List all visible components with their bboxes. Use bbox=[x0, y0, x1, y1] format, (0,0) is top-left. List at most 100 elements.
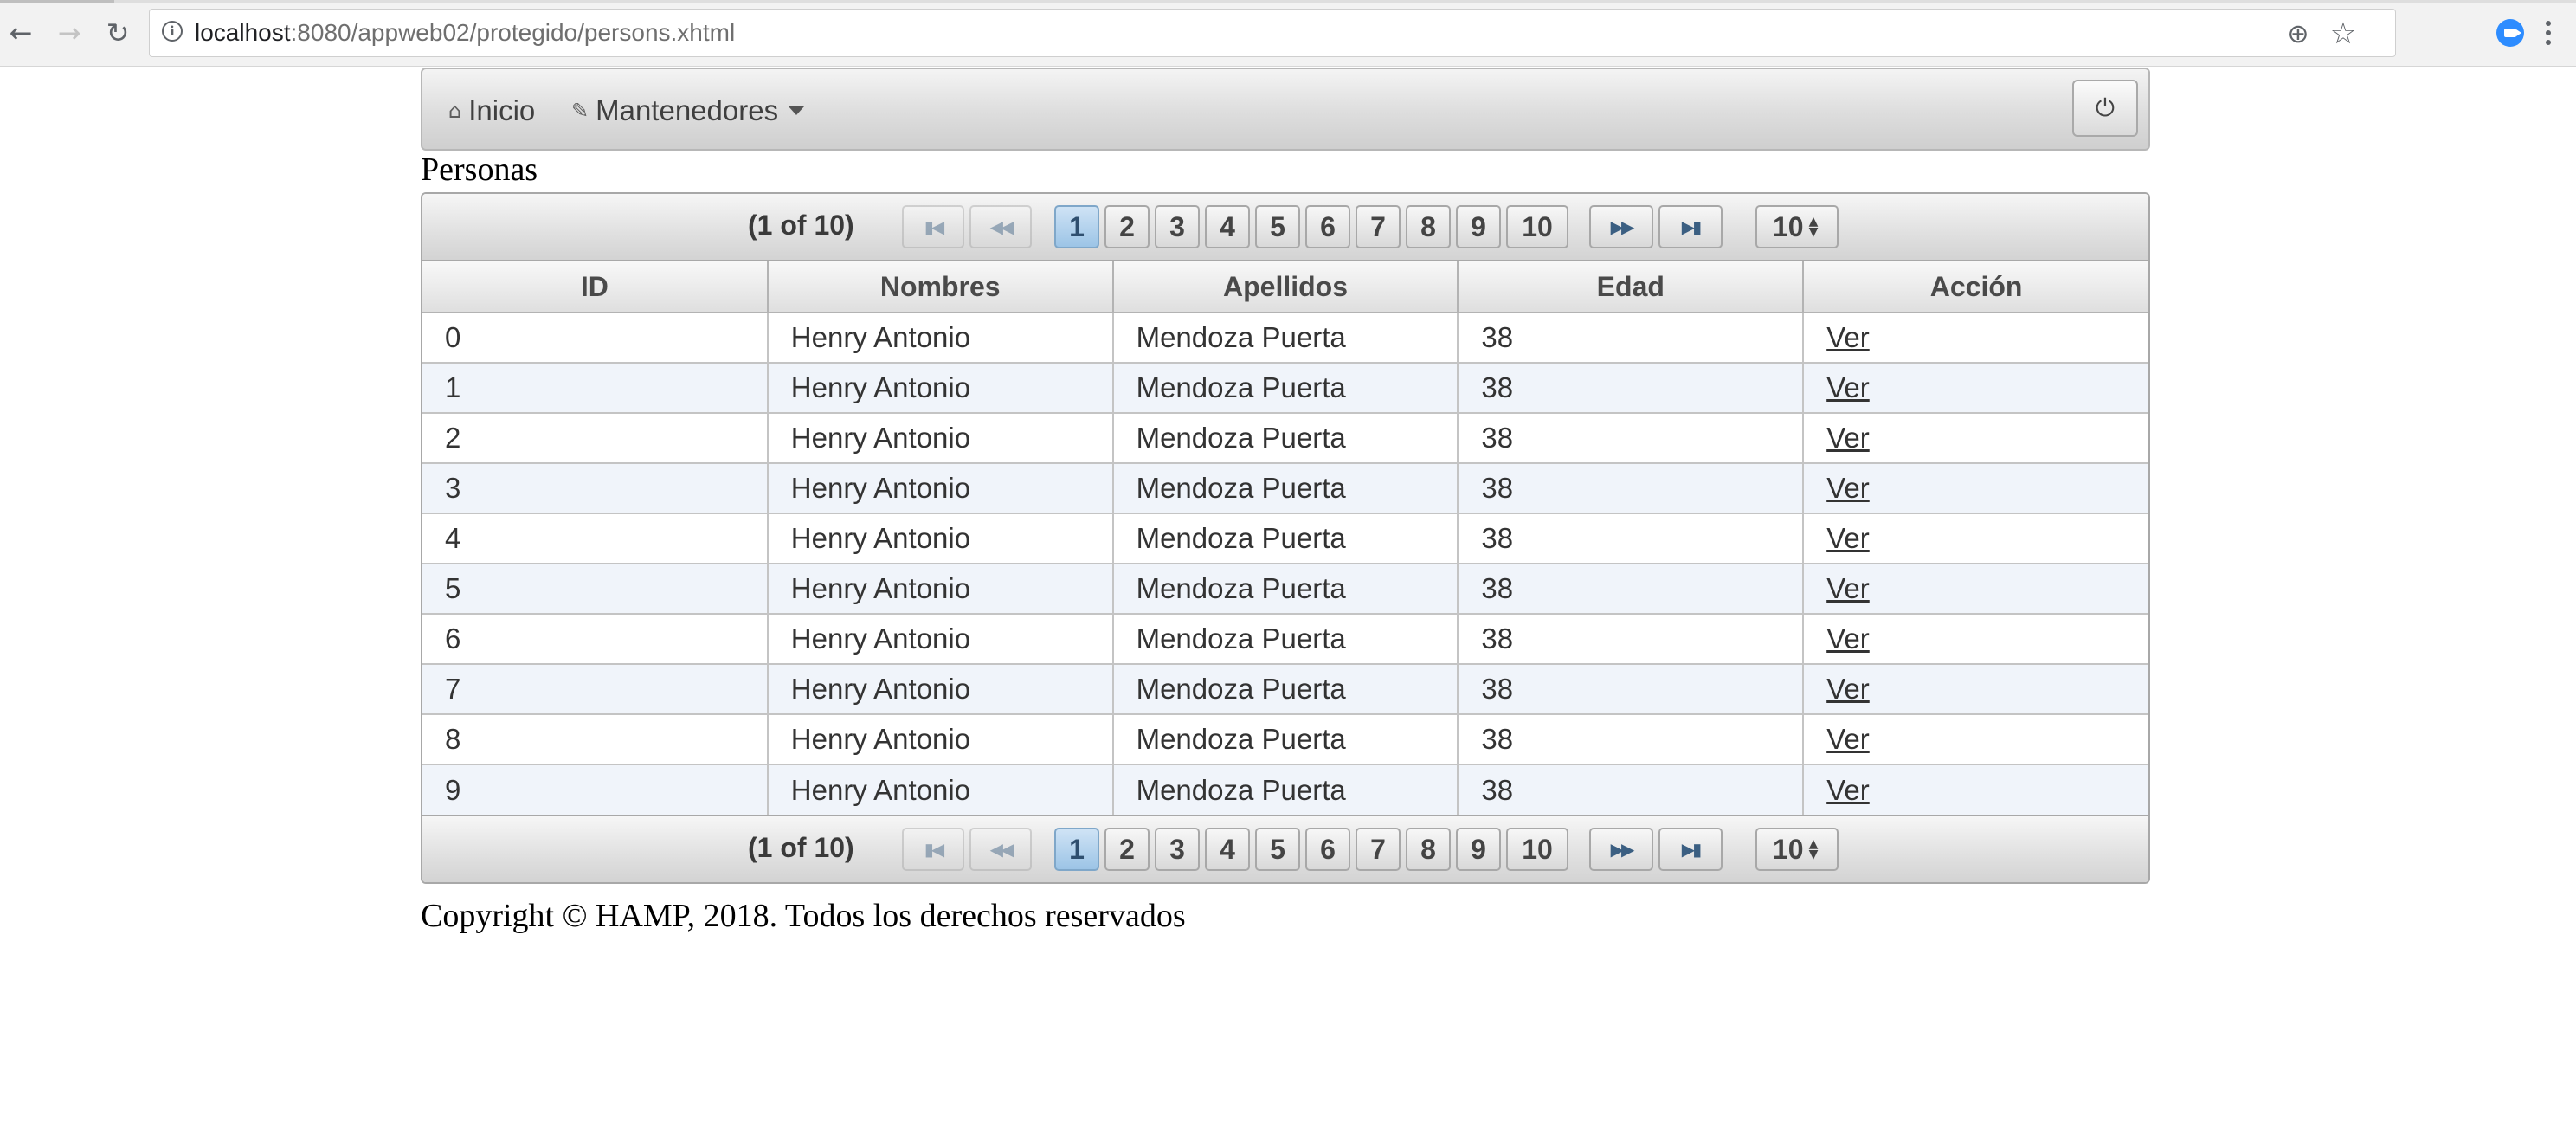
browser-menu-icon[interactable] bbox=[2541, 16, 2555, 50]
page-button-7[interactable]: 7 bbox=[1356, 205, 1401, 248]
chevron-down-icon bbox=[789, 106, 805, 115]
cell-id: 8 bbox=[422, 714, 769, 765]
cell-accion: Ver bbox=[1803, 564, 2148, 615]
paginator-top: (1 of 10) ▮◀ ◀◀ 1 2 3 4 5 6 7 8 9 10 ▶▶ … bbox=[422, 194, 2148, 261]
cell-accion: Ver bbox=[1803, 764, 2148, 815]
page-button-10[interactable]: 10 bbox=[1506, 828, 1568, 871]
page-button-5[interactable]: 5 bbox=[1255, 205, 1300, 248]
footer-copyright: Copyright © HAMP, 2018. Todos los derech… bbox=[421, 898, 1186, 934]
cell-apellidos: Mendoza Puerta bbox=[1112, 614, 1459, 665]
cell-edad: 38 bbox=[1458, 614, 1805, 665]
column-header-nombres[interactable]: Nombres bbox=[767, 261, 1114, 313]
paginator-current-report: (1 of 10) bbox=[748, 832, 854, 863]
table-row: 7 Henry Antonio Mendoza Puerta 38 Ver bbox=[422, 664, 2148, 715]
column-header-edad[interactable]: Edad bbox=[1458, 261, 1805, 313]
page-button-9[interactable]: 9 bbox=[1456, 828, 1501, 871]
next-page-icon[interactable]: ▶▶ bbox=[1589, 205, 1653, 248]
menu-item-inicio[interactable]: ⌂ Inicio bbox=[448, 90, 535, 132]
last-page-icon[interactable]: ▶▮ bbox=[1658, 205, 1723, 248]
ver-link[interactable]: Ver bbox=[1826, 572, 1870, 604]
rows-per-page-select[interactable]: 10 ▲ ▼ bbox=[1755, 205, 1839, 248]
url-path: :8080/appweb02/protegido/persons.xhtml bbox=[290, 19, 736, 46]
persons-datatable: (1 of 10) ▮◀ ◀◀ 1 2 3 4 5 6 7 8 9 10 ▶▶ … bbox=[421, 192, 2150, 884]
cell-apellidos: Mendoza Puerta bbox=[1112, 363, 1459, 414]
page-button-2[interactable]: 2 bbox=[1104, 828, 1150, 871]
first-page-icon[interactable]: ▮◀ bbox=[902, 828, 964, 871]
menu-item-label: Mantenedores bbox=[596, 94, 779, 126]
ver-link[interactable]: Ver bbox=[1826, 723, 1870, 755]
address-bar[interactable]: i localhost:8080/appweb02/protegido/pers… bbox=[149, 9, 2396, 57]
ver-link[interactable]: Ver bbox=[1826, 673, 1870, 705]
ver-link[interactable]: Ver bbox=[1826, 472, 1870, 504]
column-header-apellidos[interactable]: Apellidos bbox=[1112, 261, 1459, 313]
page-button-6[interactable]: 6 bbox=[1305, 828, 1350, 871]
spinner-arrows-icon: ▲ ▼ bbox=[1808, 837, 1819, 861]
rows-per-page-select[interactable]: 10 ▲ ▼ bbox=[1755, 828, 1839, 871]
ver-link[interactable]: Ver bbox=[1826, 371, 1870, 403]
logout-button[interactable]: ⏻ bbox=[2072, 80, 2138, 137]
reload-icon[interactable]: ↻ bbox=[100, 16, 135, 50]
page-button-1[interactable]: 1 bbox=[1054, 205, 1099, 248]
cell-id: 0 bbox=[422, 313, 769, 364]
page-button-4[interactable]: 4 bbox=[1205, 205, 1250, 248]
cell-accion: Ver bbox=[1803, 413, 2148, 464]
cell-edad: 38 bbox=[1458, 513, 1805, 564]
rows-per-page-value: 10 bbox=[1773, 210, 1804, 242]
cell-nombres: Henry Antonio bbox=[767, 714, 1114, 765]
first-page-icon[interactable]: ▮◀ bbox=[902, 205, 964, 248]
prev-page-icon[interactable]: ◀◀ bbox=[969, 205, 1032, 248]
url-host: localhost bbox=[195, 19, 291, 46]
cell-id: 1 bbox=[422, 363, 769, 414]
ver-link[interactable]: Ver bbox=[1826, 522, 1870, 554]
ver-link[interactable]: Ver bbox=[1826, 774, 1870, 806]
page-button-7[interactable]: 7 bbox=[1356, 828, 1401, 871]
table-row: 4 Henry Antonio Mendoza Puerta 38 Ver bbox=[422, 513, 2148, 564]
page-button-2[interactable]: 2 bbox=[1104, 205, 1150, 248]
next-page-icon[interactable]: ▶▶ bbox=[1589, 828, 1653, 871]
cell-edad: 38 bbox=[1458, 313, 1805, 364]
cell-apellidos: Mendoza Puerta bbox=[1112, 463, 1459, 514]
page-button-5[interactable]: 5 bbox=[1255, 828, 1300, 871]
last-page-icon[interactable]: ▶▮ bbox=[1658, 828, 1723, 871]
back-arrow-icon[interactable]: ← bbox=[3, 16, 38, 50]
menu-item-mantenedores[interactable]: ✎ Mantenedores bbox=[571, 90, 805, 132]
cell-nombres: Henry Antonio bbox=[767, 564, 1114, 615]
cell-apellidos: Mendoza Puerta bbox=[1112, 664, 1459, 715]
prev-page-icon[interactable]: ◀◀ bbox=[969, 828, 1032, 871]
page-button-3[interactable]: 3 bbox=[1155, 828, 1200, 871]
ver-link[interactable]: Ver bbox=[1826, 622, 1870, 654]
forward-arrow-icon[interactable]: → bbox=[52, 16, 87, 50]
table-row: 6 Henry Antonio Mendoza Puerta 38 Ver bbox=[422, 614, 2148, 665]
page-button-6[interactable]: 6 bbox=[1305, 205, 1350, 248]
page-button-1[interactable]: 1 bbox=[1054, 828, 1099, 871]
cell-nombres: Henry Antonio bbox=[767, 664, 1114, 715]
page-button-10[interactable]: 10 bbox=[1506, 205, 1568, 248]
spinner-arrows-icon: ▲ ▼ bbox=[1808, 215, 1819, 239]
page-button-3[interactable]: 3 bbox=[1155, 205, 1200, 248]
cell-edad: 38 bbox=[1458, 764, 1805, 815]
page-button-4[interactable]: 4 bbox=[1205, 828, 1250, 871]
column-header-id[interactable]: ID bbox=[422, 261, 769, 313]
cell-accion: Ver bbox=[1803, 313, 2148, 364]
page-button-8[interactable]: 8 bbox=[1406, 828, 1451, 871]
column-header-accion[interactable]: Acción bbox=[1803, 261, 2148, 313]
zoom-icon[interactable]: ⊕ bbox=[2283, 18, 2314, 49]
active-tab-indicator bbox=[0, 0, 114, 3]
cell-id: 6 bbox=[422, 614, 769, 665]
zoom-extension-icon[interactable] bbox=[2496, 19, 2524, 47]
ver-link[interactable]: Ver bbox=[1826, 321, 1870, 353]
page-button-8[interactable]: 8 bbox=[1406, 205, 1451, 248]
cell-apellidos: Mendoza Puerta bbox=[1112, 764, 1459, 815]
cell-nombres: Henry Antonio bbox=[767, 313, 1114, 364]
table-row: 1 Henry Antonio Mendoza Puerta 38 Ver bbox=[422, 363, 2148, 414]
url-text[interactable]: localhost:8080/appweb02/protegido/person… bbox=[195, 19, 735, 47]
page-button-9[interactable]: 9 bbox=[1456, 205, 1501, 248]
cell-id: 3 bbox=[422, 463, 769, 514]
cell-nombres: Henry Antonio bbox=[767, 513, 1114, 564]
site-info-icon[interactable]: i bbox=[162, 21, 183, 42]
bookmark-star-icon[interactable]: ☆ bbox=[2326, 16, 2360, 51]
cell-apellidos: Mendoza Puerta bbox=[1112, 313, 1459, 364]
ver-link[interactable]: Ver bbox=[1826, 422, 1870, 454]
cell-id: 5 bbox=[422, 564, 769, 615]
cell-accion: Ver bbox=[1803, 363, 2148, 414]
